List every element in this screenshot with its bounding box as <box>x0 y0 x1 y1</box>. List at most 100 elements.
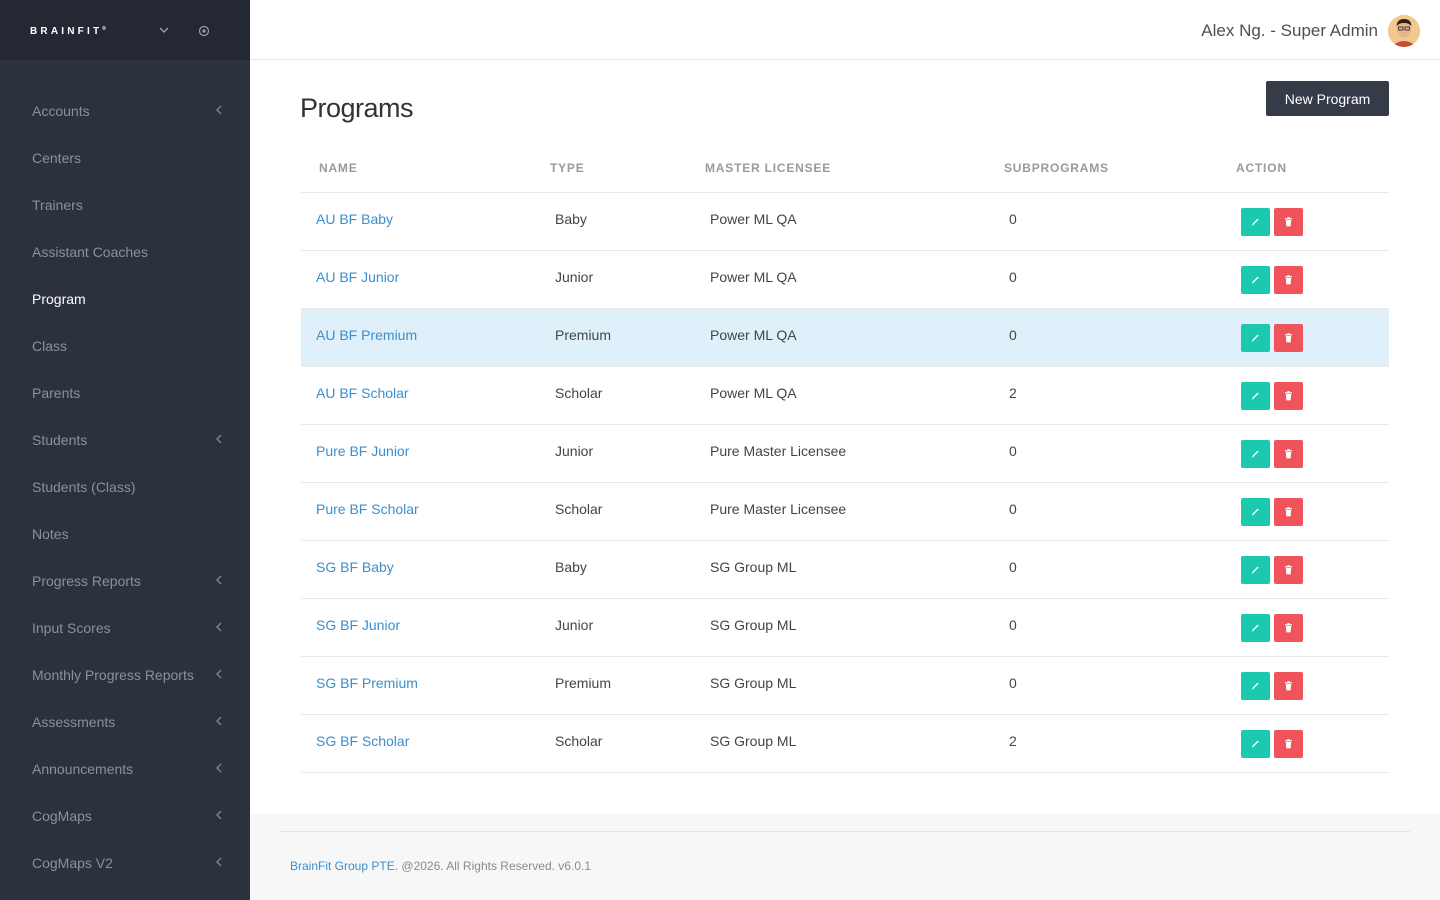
sidebar-item-label: Input Scores <box>32 619 111 636</box>
sidebar-item-progress-reports[interactable]: Progress Reports <box>0 557 250 604</box>
table-row: SG BF Premium Premium SG Group ML 0 <box>301 657 1389 715</box>
table-row: AU BF Baby Baby Power ML QA 0 <box>301 193 1389 251</box>
sidebar-item-label: Trainers <box>32 196 83 213</box>
chevron-left-icon <box>216 434 222 444</box>
column-header-subprograms[interactable]: SUBPROGRAMS <box>1004 161 1109 175</box>
edit-button[interactable] <box>1241 440 1270 468</box>
pencil-icon <box>1252 566 1259 574</box>
program-name-link[interactable]: AU BF Baby <box>316 211 393 227</box>
program-type: Junior <box>555 617 594 633</box>
sidebar-item-announcements[interactable]: Announcements <box>0 745 250 792</box>
trash-icon <box>1285 681 1292 691</box>
program-name-link[interactable]: SG BF Scholar <box>316 733 409 749</box>
program-name-link[interactable]: AU BF Junior <box>316 269 399 285</box>
delete-button[interactable] <box>1274 556 1303 584</box>
sidebar-item-centers[interactable]: Centers <box>0 134 250 181</box>
edit-button[interactable] <box>1241 324 1270 352</box>
trash-icon <box>1285 623 1292 633</box>
sidebar-item-assessments[interactable]: Assessments <box>0 698 250 745</box>
sidebar-item-students-class[interactable]: Students (Class) <box>0 463 250 510</box>
sidebar-item-label: CogMaps V2 <box>32 854 113 871</box>
footer: BrainFit Group PTE. @2026. All Rights Re… <box>250 814 1440 900</box>
sidebar-item-trainers[interactable]: Trainers <box>0 181 250 228</box>
delete-button[interactable] <box>1274 440 1303 468</box>
chevron-down-icon[interactable] <box>158 24 170 36</box>
sidebar-item-notes[interactable]: Notes <box>0 510 250 557</box>
program-type: Scholar <box>555 385 603 401</box>
table-row: AU BF Premium Premium Power ML QA 0 <box>301 309 1389 367</box>
chevron-left-icon <box>216 716 222 726</box>
edit-button[interactable] <box>1241 614 1270 642</box>
subprogram-count: 0 <box>1009 675 1017 691</box>
program-name-link[interactable]: AU BF Premium <box>316 327 417 343</box>
column-header-type[interactable]: TYPE <box>550 161 585 175</box>
delete-button[interactable] <box>1274 324 1303 352</box>
subprogram-count: 2 <box>1009 733 1017 749</box>
delete-button[interactable] <box>1274 730 1303 758</box>
pencil-icon <box>1252 508 1259 516</box>
brand-bar: BRAINFIT® <box>0 0 250 60</box>
sidebar-item-class[interactable]: Class <box>0 322 250 369</box>
delete-button[interactable] <box>1274 266 1303 294</box>
program-name-link[interactable]: SG BF Baby <box>316 559 394 575</box>
trash-icon <box>1285 333 1292 343</box>
sidebar-item-accounts[interactable]: Accounts <box>0 87 250 134</box>
sidebar-item-students[interactable]: Students <box>0 416 250 463</box>
sidebar-item-assistant-coaches[interactable]: Assistant Coaches <box>0 228 250 275</box>
edit-button[interactable] <box>1241 266 1270 294</box>
pencil-icon <box>1252 392 1259 400</box>
master-licensee: Power ML QA <box>710 269 797 285</box>
program-name-link[interactable]: SG BF Junior <box>316 617 400 633</box>
pencil-icon <box>1252 218 1259 226</box>
target-icon[interactable] <box>198 25 210 37</box>
new-program-button[interactable]: New Program <box>1266 81 1389 116</box>
trash-icon <box>1285 275 1292 285</box>
sidebar-item-parents[interactable]: Parents <box>0 369 250 416</box>
trash-icon <box>1285 391 1292 401</box>
master-licensee: SG Group ML <box>710 733 797 749</box>
sidebar-item-label: Centers <box>32 149 82 166</box>
sidebar-item-label: Students <box>32 431 88 448</box>
edit-button[interactable] <box>1241 208 1270 236</box>
pencil-icon <box>1252 682 1259 690</box>
delete-button[interactable] <box>1274 382 1303 410</box>
program-name-link[interactable]: Pure BF Scholar <box>316 501 419 517</box>
sidebar-item-label: Notes <box>32 525 69 542</box>
delete-button[interactable] <box>1274 498 1303 526</box>
master-licensee: Pure Master Licensee <box>710 443 847 459</box>
sidebar-item-label: CogMaps <box>32 807 92 824</box>
delete-button[interactable] <box>1274 614 1303 642</box>
sidebar-item-program[interactable]: Program <box>0 275 250 322</box>
program-name-link[interactable]: AU BF Scholar <box>316 385 409 401</box>
sidebar-nav: Accounts Centers Trainers Assistant Coaches… <box>0 87 250 886</box>
brand-logo[interactable]: BRAINFIT® <box>30 26 106 37</box>
program-name-link[interactable]: Pure BF Junior <box>316 443 409 459</box>
delete-button[interactable] <box>1274 208 1303 236</box>
footer-company-link[interactable]: BrainFit Group PTE. <box>290 859 398 873</box>
sidebar-item-cogmaps[interactable]: CogMaps <box>0 792 250 839</box>
edit-button[interactable] <box>1241 382 1270 410</box>
table-row: AU BF Scholar Scholar Power ML QA 2 <box>301 367 1389 425</box>
sidebar-item-label: Class <box>32 337 68 354</box>
chevron-left-icon <box>216 105 222 115</box>
footer-copyright: @2026. All Rights Reserved. v6.0.1 <box>398 859 591 873</box>
program-type: Baby <box>555 211 587 227</box>
edit-button[interactable] <box>1241 730 1270 758</box>
program-name-link[interactable]: SG BF Premium <box>316 675 418 691</box>
sidebar-item-input-scores[interactable]: Input Scores <box>0 604 250 651</box>
column-header-name[interactable]: NAME <box>319 161 358 175</box>
edit-button[interactable] <box>1241 556 1270 584</box>
chevron-left-icon <box>216 669 222 679</box>
avatar[interactable] <box>1388 15 1420 47</box>
trash-icon <box>1285 739 1292 749</box>
page-title: Programs <box>300 93 414 123</box>
sidebar-item-cogmaps-v2[interactable]: CogMaps V2 <box>0 839 250 886</box>
sidebar-item-monthly-progress-reports[interactable]: Monthly Progress Reports <box>0 651 250 698</box>
delete-button[interactable] <box>1274 672 1303 700</box>
sidebar-item-label: Parents <box>32 384 81 401</box>
edit-button[interactable] <box>1241 498 1270 526</box>
edit-button[interactable] <box>1241 672 1270 700</box>
user-name[interactable]: Alex Ng. - Super Admin <box>1201 21 1378 41</box>
column-header-master-licensee[interactable]: MASTER LICENSEE <box>705 161 831 175</box>
subprogram-count: 0 <box>1009 211 1017 227</box>
